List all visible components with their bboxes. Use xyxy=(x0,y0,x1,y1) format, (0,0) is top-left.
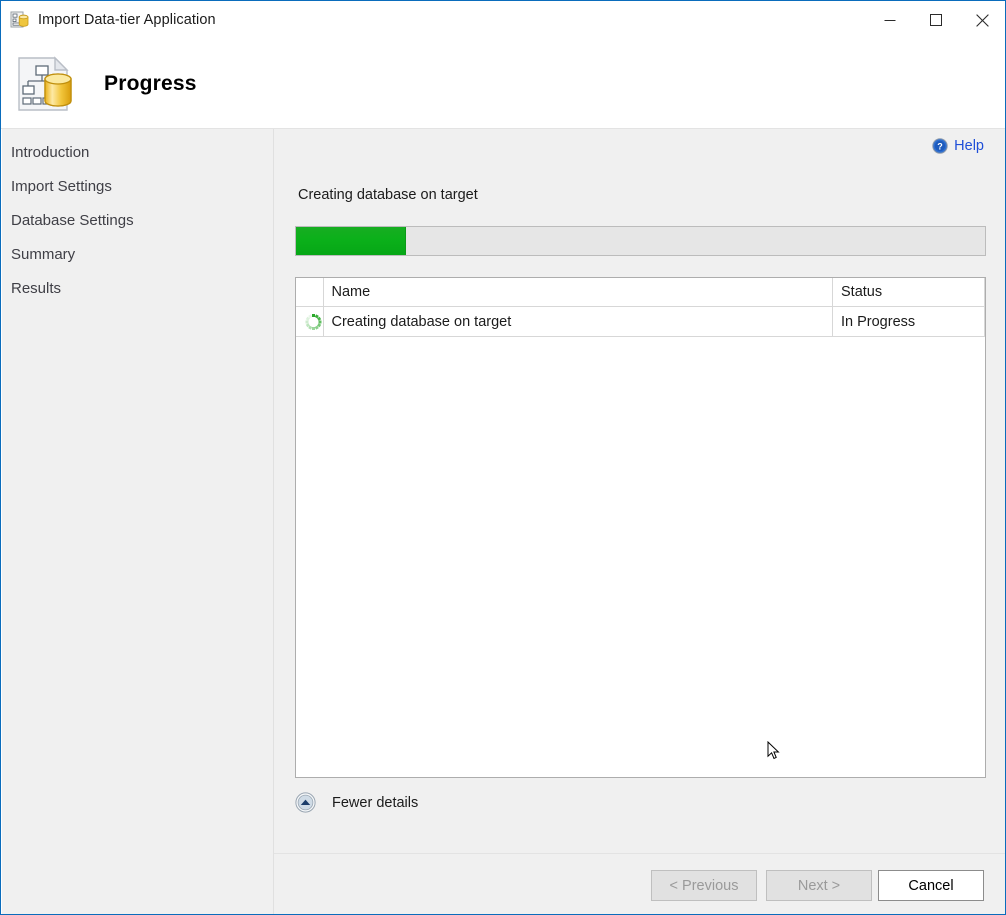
window-controls xyxy=(867,1,1005,39)
maximize-icon[interactable] xyxy=(913,1,959,39)
page-title: Progress xyxy=(104,72,197,95)
progress-bar-fill xyxy=(296,227,407,255)
progress-details-table[interactable]: Name Status Creating database on target … xyxy=(295,277,986,778)
table-header-row: Name Status xyxy=(296,278,985,307)
wizard-steps-sidebar: Introduction Import Settings Database Se… xyxy=(2,129,273,914)
column-header-name[interactable]: Name xyxy=(323,278,833,307)
row-status-cell: In Progress xyxy=(832,306,985,337)
minimize-icon[interactable] xyxy=(867,1,913,39)
previous-button[interactable]: < Previous xyxy=(651,870,757,901)
cancel-button[interactable]: Cancel xyxy=(878,870,984,901)
sidebar-item-summary[interactable]: Summary xyxy=(2,237,273,271)
sidebar-item-results[interactable]: Results xyxy=(2,271,273,305)
spinner-icon xyxy=(305,313,322,330)
sidebar-item-introduction[interactable]: Introduction xyxy=(2,135,273,169)
column-header-icon xyxy=(296,278,324,307)
help-circle-icon: ? xyxy=(932,138,948,154)
row-status-icon-cell xyxy=(296,306,324,337)
help-label: Help xyxy=(954,138,984,154)
title-bar: Import Data-tier Application xyxy=(1,1,1005,39)
sidebar-item-label: Results xyxy=(11,279,62,297)
fewer-details-toggle[interactable]: Fewer details xyxy=(295,792,418,813)
wizard-footer: < Previous Next > Cancel xyxy=(274,854,1005,914)
sidebar-item-database-settings[interactable]: Database Settings xyxy=(2,203,273,237)
help-link[interactable]: ? Help xyxy=(932,138,984,154)
progress-status-text: Creating database on target xyxy=(298,187,478,203)
column-header-status[interactable]: Status xyxy=(832,278,985,307)
import-data-tier-application-window: Import Data-tier Application Progress In… xyxy=(0,0,1006,915)
row-name-cell: Creating database on target xyxy=(323,306,833,337)
sidebar-item-label: Summary xyxy=(11,245,76,263)
progress-bar xyxy=(295,226,986,256)
sidebar-item-label: Introduction xyxy=(11,143,90,161)
fewer-details-label: Fewer details xyxy=(332,794,419,811)
window-title: Import Data-tier Application xyxy=(38,12,216,28)
sidebar-item-import-settings[interactable]: Import Settings xyxy=(2,169,273,203)
main-content: ? Help Creating database on target Name xyxy=(274,129,1005,853)
datatier-database-document-icon xyxy=(15,53,77,115)
table-row[interactable]: Creating database on target In Progress xyxy=(296,306,985,337)
sidebar-item-label: Database Settings xyxy=(11,211,134,229)
close-icon[interactable] xyxy=(959,1,1005,39)
svg-text:?: ? xyxy=(937,142,943,152)
next-button[interactable]: Next > xyxy=(766,870,872,901)
datatier-app-icon xyxy=(10,10,30,30)
chevron-up-circle-icon xyxy=(295,792,316,813)
page-header: Progress xyxy=(1,39,1005,129)
sidebar-item-label: Import Settings xyxy=(11,177,112,195)
